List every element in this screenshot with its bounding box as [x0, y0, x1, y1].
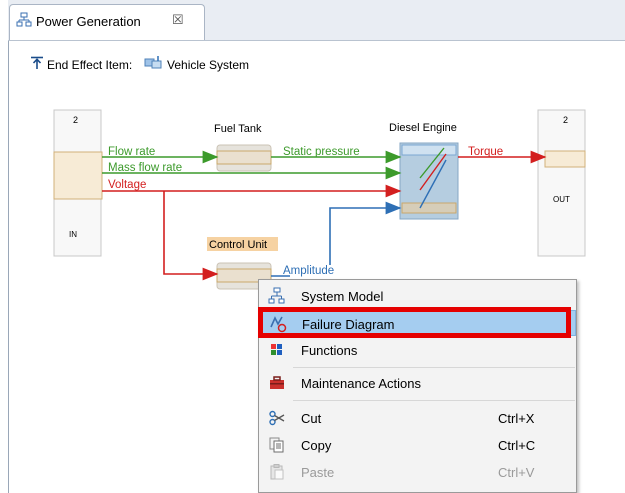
functions-icon	[271, 344, 282, 355]
out-port-number: 2	[563, 115, 568, 125]
torque-label: Torque	[468, 146, 503, 158]
voltage-label: Voltage	[108, 179, 146, 191]
menu-item-shortcut: Ctrl+X	[498, 411, 535, 426]
diesel-engine-label: Diesel Engine	[389, 122, 457, 134]
out-port-block[interactable]	[537, 109, 586, 257]
fuel-tank-label: Fuel Tank	[214, 123, 262, 135]
paste-icon	[270, 464, 284, 480]
menu-item-copy[interactable]: Copy Ctrl+C	[259, 432, 576, 458]
in-port-label: IN	[69, 230, 77, 239]
in-port-number: 2	[73, 115, 78, 125]
menu-item-shortcut: Ctrl+V	[498, 465, 535, 480]
out-connector[interactable]	[544, 150, 586, 168]
highlight-annotation	[258, 307, 571, 338]
cut-icon	[269, 410, 285, 426]
menu-item-label: Paste	[301, 465, 335, 480]
menu-item-shortcut: Ctrl+C	[498, 438, 536, 453]
menu-item-system-model[interactable]: System Model	[259, 283, 576, 309]
menu-separator	[293, 400, 575, 401]
toolbox-icon	[270, 376, 284, 389]
copy-icon	[269, 437, 284, 453]
menu-item-functions[interactable]: Functions	[259, 337, 576, 363]
menu-item-label: Copy	[301, 438, 332, 453]
menu-separator	[293, 367, 575, 368]
control-unit-label: Control Unit	[209, 239, 267, 251]
system-model-icon	[268, 287, 285, 304]
menu-item-maintenance-actions[interactable]: Maintenance Actions	[259, 370, 576, 396]
in-connector[interactable]	[53, 151, 103, 200]
amplitude-label: Amplitude	[283, 265, 334, 277]
out-port-label: OUT	[553, 195, 570, 204]
menu-item-label: Functions	[301, 343, 358, 358]
static-pressure-label: Static pressure	[283, 146, 360, 158]
menu-item-label: Cut	[301, 411, 322, 426]
menu-item-label: Maintenance Actions	[301, 376, 421, 391]
mass-flow-rate-label: Mass flow rate	[108, 162, 182, 174]
menu-item-paste[interactable]: Paste Ctrl+V	[259, 459, 576, 485]
flow-rate-label: Flow rate	[108, 146, 155, 158]
menu-item-cut[interactable]: Cut Ctrl+X	[259, 405, 576, 431]
menu-item-label: System Model	[301, 289, 384, 304]
